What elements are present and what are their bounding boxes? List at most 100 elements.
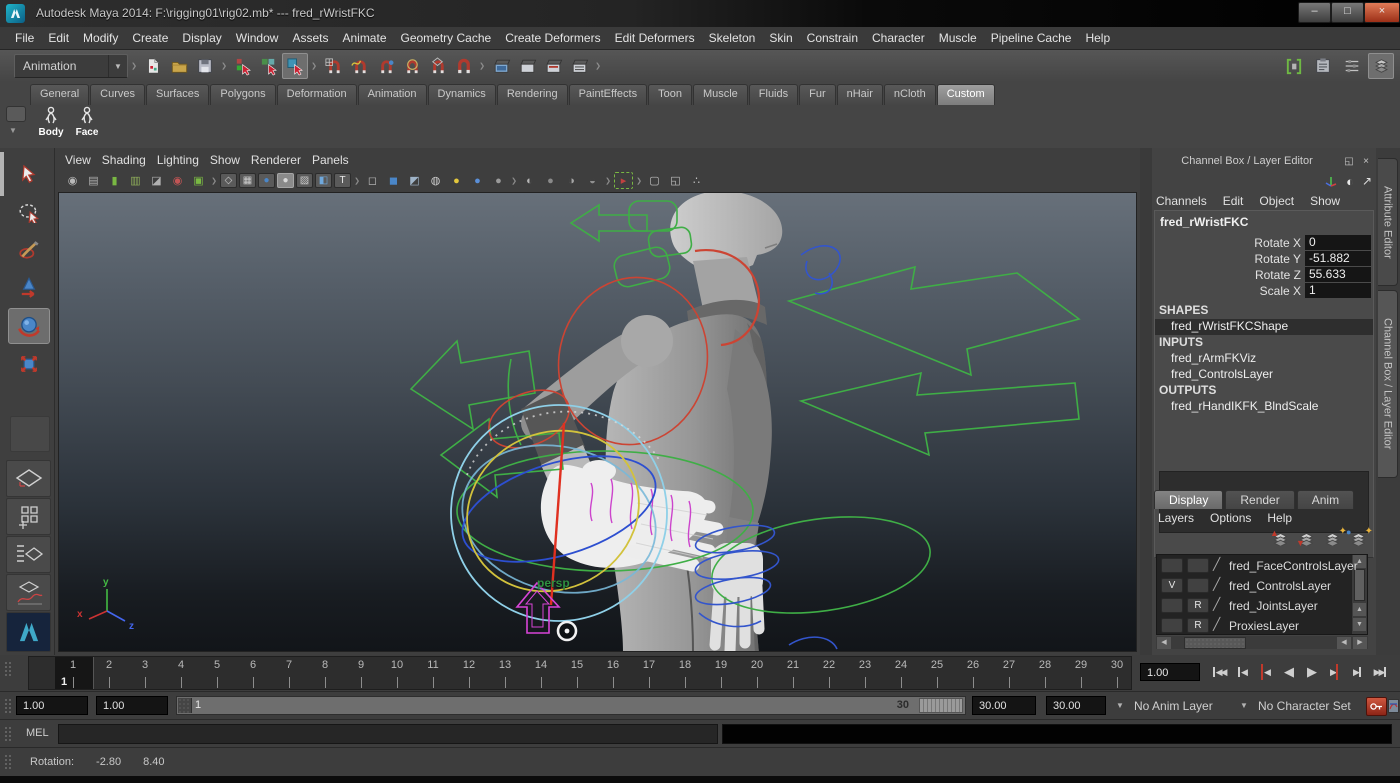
single-pane-layout-button[interactable] (6, 460, 51, 497)
channel-menu-show[interactable]: Show (1310, 194, 1340, 210)
camera-attributes-icon[interactable]: ▤ (84, 172, 103, 189)
step-back-frame-button[interactable]: ◀ (1231, 661, 1253, 683)
step-forward-key-button[interactable]: ▶ (1323, 661, 1345, 683)
playback-end-field[interactable]: 30.00 (972, 696, 1036, 715)
select-by-object-icon[interactable] (256, 53, 282, 79)
shelf-item-body[interactable]: Body (34, 106, 68, 146)
shelf-item-face[interactable]: Face (70, 106, 104, 146)
layer-display-type-toggle[interactable] (1187, 578, 1209, 593)
shelf-arrow-icon[interactable]: ▼ (9, 126, 17, 135)
attribute-value-field[interactable]: 0 (1305, 235, 1371, 250)
playback-start-field[interactable]: 1.00 (96, 696, 168, 715)
menu-help[interactable]: Help (1078, 31, 1117, 45)
channel-object-name[interactable]: fred_rWristFKC (1160, 215, 1248, 229)
use-all-lights-icon[interactable]: ◍ (426, 172, 445, 189)
menu-display[interactable]: Display (175, 31, 228, 45)
ipr-render-icon[interactable] (540, 53, 566, 79)
shelf-tab-nhair[interactable]: nHair (836, 84, 883, 105)
show-attribute-editor-icon[interactable] (1281, 53, 1307, 79)
layer-menu-help[interactable]: Help (1267, 511, 1292, 527)
layer-display-type-toggle[interactable]: R (1187, 598, 1209, 613)
channel-node[interactable]: fred_rArmFKViz (1155, 351, 1373, 367)
menu-constrain[interactable]: Constrain (800, 31, 865, 45)
shelf-tab-ncloth[interactable]: nCloth (883, 84, 936, 105)
shelf-tab-general[interactable]: General (30, 84, 90, 105)
shelf-menu-button[interactable] (6, 106, 26, 122)
menu-assets[interactable]: Assets (285, 31, 335, 45)
layer-name[interactable]: fred_JointsLayer (1229, 599, 1318, 613)
snap-to-curve-icon[interactable] (346, 53, 372, 79)
textured-cube-icon[interactable]: ◩ (405, 172, 424, 189)
close-button[interactable]: × (1364, 2, 1400, 23)
lasso-tool[interactable] (8, 194, 50, 230)
play-forward-button[interactable]: ▶ (1300, 661, 1322, 683)
layer-color-swatch[interactable]: ╱ (1213, 597, 1220, 611)
character-set-dropdown[interactable]: No Character Set (1258, 699, 1351, 713)
step-forward-frame-button[interactable]: ▶ (1346, 661, 1368, 683)
shelf-tab-polygons[interactable]: Polygons (210, 84, 276, 105)
snap-to-grid-icon[interactable] (320, 53, 346, 79)
shelf-tab-painteffects[interactable]: PaintEffects (568, 84, 648, 105)
frame-selected-icon[interactable]: ◉ (168, 172, 187, 189)
panel-menu-lighting[interactable]: Lighting (157, 153, 210, 167)
key-light-icon[interactable]: ● (447, 172, 466, 189)
auto-keyframe-toggle[interactable] (1366, 697, 1387, 716)
scroll-right-icon[interactable]: ▶ (1353, 636, 1367, 649)
range-end-handle[interactable] (919, 698, 963, 713)
channel-menu-edit[interactable]: Edit (1223, 194, 1244, 210)
channel-mode-arrow-icon[interactable]: ↗ (1362, 174, 1372, 188)
panel-menu-show[interactable]: Show (210, 153, 251, 167)
new-empty-layer-icon[interactable]: ✦ (1324, 526, 1347, 548)
step-back-key-button[interactable]: ◀ (1254, 661, 1276, 683)
menu-animate[interactable]: Animate (335, 31, 393, 45)
layer-color-swatch[interactable]: ╱ (1213, 617, 1220, 631)
panel-splitter[interactable] (1140, 148, 1152, 655)
drag-grip[interactable] (4, 726, 12, 742)
layer-menu-layers[interactable]: Layers (1158, 511, 1194, 527)
object-highlighting-icon[interactable]: ▸ (614, 172, 633, 189)
layer-tab-display[interactable]: Display (1154, 490, 1224, 509)
move-layer-down-icon[interactable]: ▼ (1296, 532, 1318, 548)
shelf-tab-dynamics[interactable]: Dynamics (427, 84, 496, 105)
layer-name[interactable]: fred_FaceControlsLayer (1229, 559, 1358, 573)
layer-row-proxieslayer[interactable]: R ╱ ProxiesLayer (1157, 616, 1367, 634)
shelf-tab-rendering[interactable]: Rendering (496, 84, 568, 105)
menu-muscle[interactable]: Muscle (932, 31, 984, 45)
last-tool-slot[interactable] (10, 416, 50, 452)
menu-create-deformers[interactable]: Create Deformers (498, 31, 607, 45)
attribute-value-field[interactable]: 1 (1305, 283, 1371, 298)
scroll-left-icon[interactable]: ◀ (1157, 636, 1171, 649)
selected-camera-icon[interactable]: ◉ (63, 172, 82, 189)
four-pane-layout-button[interactable] (6, 498, 51, 535)
flat-shade-icon[interactable]: ▦ (239, 173, 256, 188)
scroll-left-icon[interactable]: ◀ (1337, 636, 1351, 649)
menu-create[interactable]: Create (125, 31, 175, 45)
menu-skin[interactable]: Skin (762, 31, 799, 45)
channel-menu-object[interactable]: Object (1259, 194, 1294, 210)
channel-node[interactable]: fred_rWristFKCShape (1155, 319, 1373, 335)
menu-window[interactable]: Window (229, 31, 286, 45)
tab-attribute-editor[interactable]: Attribute Editor (1378, 158, 1398, 286)
layer-row-fred-facecontrolslayer[interactable]: ╱ fred_FaceControlsLayer (1157, 556, 1367, 576)
chevron-down-icon[interactable]: ▼ (1240, 701, 1248, 710)
drag-grip[interactable] (4, 661, 12, 677)
fill-light-icon[interactable]: ● (468, 172, 487, 189)
play-backward-button[interactable]: ◀ (1277, 661, 1299, 683)
layer-color-swatch[interactable]: ╱ (1213, 577, 1220, 591)
layer-tab-anim[interactable]: Anim (1296, 490, 1355, 509)
shelf-tab-surfaces[interactable]: Surfaces (145, 84, 210, 105)
layer-visibility-toggle[interactable] (1161, 558, 1183, 573)
menu-edit[interactable]: Edit (41, 31, 76, 45)
smooth-shade-icon[interactable]: ● (258, 173, 275, 188)
shelf-tab-fur[interactable]: Fur (799, 84, 836, 105)
shelf-tab-fluids[interactable]: Fluids (748, 84, 799, 105)
scrollbar-thumb[interactable] (1184, 636, 1246, 649)
attribute-value-field[interactable]: 55.633 (1305, 267, 1371, 282)
panel-menu-view[interactable]: View (65, 153, 102, 167)
no-lights-icon[interactable]: ● (489, 172, 508, 189)
layer-visibility-toggle[interactable]: V (1161, 578, 1183, 593)
snap-to-view-plane-icon[interactable] (424, 53, 450, 79)
close-icon[interactable]: × (1359, 155, 1373, 168)
menu-file[interactable]: File (8, 31, 41, 45)
make-live-icon[interactable] (450, 53, 476, 79)
